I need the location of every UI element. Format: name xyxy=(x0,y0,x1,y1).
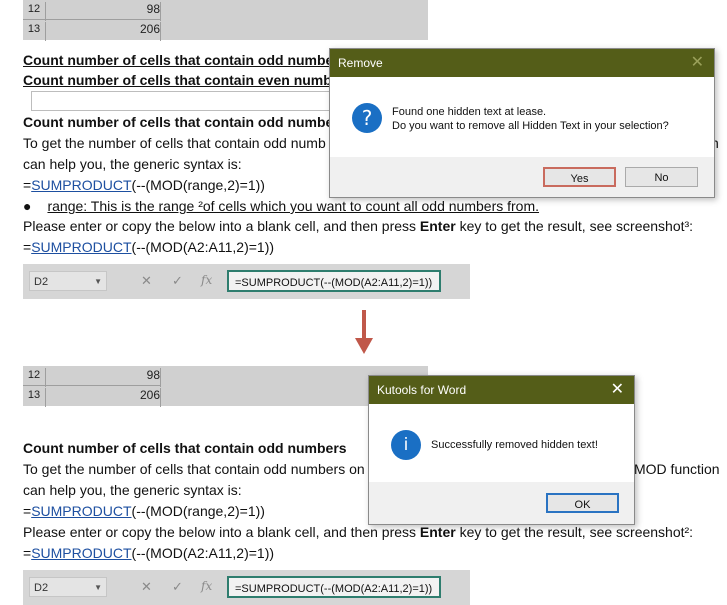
kutools-dialog: Kutools for Word ✕ i Successfully remove… xyxy=(368,375,635,525)
formula-function-link[interactable]: SUMPRODUCT xyxy=(31,503,131,519)
formula-example: =SUMPRODUCT(--(MOD(A2:A11,2)=1)) xyxy=(23,545,274,561)
heading-odd-2: Count number of cells that contain odd n… xyxy=(23,114,334,130)
heading-even: Count number of cells that contain even … xyxy=(23,72,332,88)
formula-generic: =SUMPRODUCT(--(MOD(range,2)=1)) xyxy=(23,177,265,193)
row-number: 12 xyxy=(27,369,41,381)
formula-prefix: = xyxy=(23,503,32,519)
formula-prefix: = xyxy=(23,545,32,561)
paragraph-intro: To get the number of cells that contain … xyxy=(23,461,365,477)
formula-args: (--(MOD(A2:A11,2)=1)) xyxy=(131,545,275,561)
remove-dialog: Remove ✕ ? Found one hidden text at leas… xyxy=(329,48,715,198)
no-button[interactable]: No xyxy=(625,167,698,187)
row-number: 12 xyxy=(27,3,41,15)
formula-args: (--(MOD(range,2)=1)) xyxy=(131,503,265,519)
row-number: 13 xyxy=(27,389,41,401)
bullet-icon: ● xyxy=(23,198,32,214)
cancel-icon[interactable]: ✕ xyxy=(141,273,152,289)
dialog-body: i Successfully removed hidden text! xyxy=(369,404,634,482)
message: Successfully removed hidden text! xyxy=(431,439,598,451)
formula-function-link[interactable]: SUMPRODUCT xyxy=(31,239,131,255)
message-line-2: Do you want to remove all Hidden Text in… xyxy=(392,120,669,132)
instr-b: key to get the result, see screenshot²: xyxy=(455,524,694,540)
formula-bar: D2 ▼ ✕ ✓ fx =SUMPRODUCT(--(MOD(A2:A11,2)=… xyxy=(23,570,470,605)
yes-button[interactable]: Yes xyxy=(543,167,616,187)
bullet-text: range: This is the range ²of cells which… xyxy=(47,198,540,214)
cell-value: 206 xyxy=(45,22,161,41)
close-icon[interactable]: ✕ xyxy=(691,49,704,77)
function-icon[interactable]: fx xyxy=(201,273,212,287)
paragraph-intro: To get the number of cells that contain … xyxy=(23,135,326,151)
info-icon: i xyxy=(391,430,421,460)
formula-example: =SUMPRODUCT(--(MOD(A2:A11,2)=1)) xyxy=(23,239,274,255)
name-box-value: D2 xyxy=(34,276,49,288)
function-icon[interactable]: fx xyxy=(201,579,212,593)
excel-row: 12 98 xyxy=(23,0,428,21)
question-icon: ? xyxy=(352,103,382,133)
paragraph-syntax: can help you, the generic syntax is: xyxy=(23,156,242,172)
excel-snippet: 12 98 13 206 xyxy=(23,0,428,41)
dialog-title: Remove xyxy=(330,49,714,77)
paragraph-syntax: can help you, the generic syntax is: xyxy=(23,482,242,498)
dialog-body: ? Found one hidden text at lease. Do you… xyxy=(330,77,714,157)
paragraph-instructions: Please enter or copy the below into a bl… xyxy=(23,524,693,540)
name-box-value: D2 xyxy=(34,582,49,594)
name-box[interactable]: D2 ▼ xyxy=(29,271,107,291)
button-bar: OK xyxy=(369,482,634,524)
formula-input[interactable]: =SUMPRODUCT(--(MOD(A2:A11,2)=1)) xyxy=(227,270,441,292)
chevron-down-icon[interactable]: ▼ xyxy=(94,578,102,598)
formula-args: (--(MOD(range,2)=1)) xyxy=(131,177,265,193)
ok-button[interactable]: OK xyxy=(546,493,619,513)
excel-row: 13 206 xyxy=(23,20,428,41)
blank-paragraph xyxy=(31,91,331,111)
enter-icon[interactable]: ✓ xyxy=(172,273,183,289)
formula-args: (--(MOD(A2:A11,2)=1)) xyxy=(131,239,275,255)
heading-odd: Count number of cells that contain odd n… xyxy=(23,52,334,68)
instr-key: Enter xyxy=(419,524,456,540)
button-bar: Yes No xyxy=(330,157,714,197)
enter-icon[interactable]: ✓ xyxy=(172,579,183,595)
formula-bar: D2 ▼ ✕ ✓ fx =SUMPRODUCT(--(MOD(A2:A11,2)=… xyxy=(23,264,470,299)
instr-b: key to get the result, see screenshot³: xyxy=(455,218,694,234)
formula-generic: =SUMPRODUCT(--(MOD(range,2)=1)) xyxy=(23,503,265,519)
chevron-down-icon[interactable]: ▼ xyxy=(94,272,102,292)
paragraph-instructions: Please enter or copy the below into a bl… xyxy=(23,218,693,234)
cell-value: 206 xyxy=(45,388,161,407)
heading-odd: Count number of cells that contain odd n… xyxy=(23,440,347,456)
close-icon[interactable]: ✕ xyxy=(611,376,624,404)
formula-prefix: = xyxy=(23,239,32,255)
formula-prefix: = xyxy=(23,177,32,193)
name-box[interactable]: D2 ▼ xyxy=(29,577,107,597)
paragraph-intro-tail: MOD function xyxy=(634,461,720,477)
bullet-item: ● range: This is the range ²of cells whic… xyxy=(23,198,539,214)
instr-key: Enter xyxy=(419,218,456,234)
row-number: 13 xyxy=(27,23,41,35)
message-line-1: Found one hidden text at lease. xyxy=(392,106,547,118)
formula-input[interactable]: =SUMPRODUCT(--(MOD(A2:A11,2)=1)) xyxy=(227,576,441,598)
dialog-title: Kutools for Word xyxy=(369,376,634,404)
instr-a: Please enter or copy the below into a bl… xyxy=(23,218,420,234)
instr-a: Please enter or copy the below into a bl… xyxy=(23,524,420,540)
formula-function-link[interactable]: SUMPRODUCT xyxy=(31,545,131,561)
cancel-icon[interactable]: ✕ xyxy=(141,579,152,595)
formula-function-link[interactable]: SUMPRODUCT xyxy=(31,177,131,193)
